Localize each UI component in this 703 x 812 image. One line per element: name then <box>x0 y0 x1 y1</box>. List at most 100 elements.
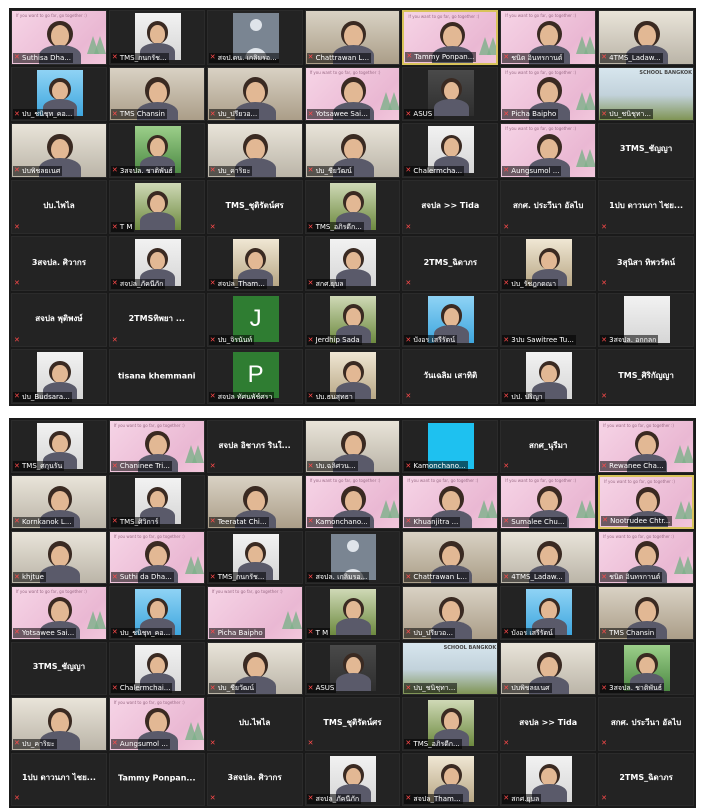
participant-tile[interactable]: ✕ ปบ_คาริยะ <box>11 697 107 751</box>
participant-tile[interactable]: ✕ สจปล. เกลิมรอ... <box>304 530 401 585</box>
participant-tile[interactable]: ✕ 4TMS_Ladaw... <box>598 10 694 65</box>
participant-tile[interactable]: If you want to go far, go together :) ✕ ชน… <box>500 10 597 65</box>
participant-tile[interactable]: ✕ 3ปบ Sawitree Tu... <box>500 292 597 348</box>
participant-tile[interactable]: If you want to go far, go together :) ✕ Ta… <box>402 10 499 65</box>
participant-tile[interactable]: ✕ ปบ.ธนสุทธา <box>304 349 401 404</box>
participant-tile[interactable]: 3สจปล. ศิวากร ✕ <box>11 236 107 291</box>
participant-tile[interactable]: If you want to go far, go together :) ✕ Pi… <box>500 66 597 122</box>
participant-tile[interactable]: สกศ_นุรีมา ✕ <box>500 420 597 474</box>
participant-tile[interactable]: ✕ ปบ_ปรียวอ... <box>402 586 499 640</box>
participant-tile[interactable]: ✕ 3สจปล. ชาติพันธ์ <box>598 641 694 696</box>
participant-tile[interactable]: ✕ ปบพิชลยเนศ <box>11 123 107 178</box>
participant-tile[interactable]: If you want to go far, go together :) ✕ Yo… <box>304 66 401 122</box>
participant-tile[interactable]: ✕ สจป.ดน. เกลิมรอ... <box>206 10 303 65</box>
participant-tile[interactable]: 2TMSทิพยา ... ✕ <box>108 292 205 348</box>
participant-tile[interactable]: สจปล >> Tida ✕ <box>402 179 499 235</box>
participant-tile[interactable]: ✕ T M <box>304 586 401 640</box>
participant-tile[interactable]: ✕ 4TMS_Ladaw... <box>500 530 597 585</box>
participant-tile[interactable]: ✕ TMS Chansin <box>598 586 694 640</box>
participant-tile[interactable]: ✕ ปป. ปริญา <box>500 349 597 404</box>
participant-tile[interactable]: ✕ ปบ_ชียวัฒน์ <box>304 123 401 178</box>
participant-tile[interactable]: TMS_ชุติรัตน์ศร ✕ <box>206 179 303 235</box>
slide-caption: If you want to go far, go together :) <box>113 423 185 428</box>
participant-tile[interactable]: tisana khemmani <box>108 349 205 404</box>
participant-tile[interactable]: If you want to go far, go together :) ✕ ชน… <box>598 530 694 585</box>
participant-tile[interactable]: ✕ สจปล_ภัคนีภัก <box>108 236 205 291</box>
participant-tile[interactable]: If you want to go far, go together :) ✕ Ch… <box>108 420 205 474</box>
participant-tile[interactable]: Tammy Ponpan... <box>108 752 205 806</box>
participant-tile[interactable]: SCHOOL BANGKOK ✕ ปบ_ชนิชุทา... <box>402 641 499 696</box>
participant-tile[interactable]: ✕ ปบ_ชนิชุท_คอ... <box>11 66 107 122</box>
participant-tile[interactable]: ✕ บังอร เสรีรัตน์ <box>500 586 597 640</box>
participant-tile[interactable]: ✕ TMS Chansin <box>108 66 205 122</box>
participant-tile[interactable]: 1ปบ ดาวนภา ไชย... ✕ <box>598 179 694 235</box>
participant-tile[interactable]: สจปล พุติพงษ์ ✕ <box>11 292 107 348</box>
participant-tile[interactable]: If you want to go far, go together :) ✕ Ka… <box>304 475 401 529</box>
participant-tile[interactable]: ✕ สกศ.ยุบล <box>500 752 597 806</box>
participant-tile[interactable]: If you want to go far, go together :) ✕ Kh… <box>402 475 499 529</box>
participant-tile[interactable]: TMS_ศิริกัญญา ✕ <box>598 349 694 404</box>
participant-tile[interactable]: 3TMS_ชัญญา <box>598 123 694 178</box>
participant-tile[interactable]: วันเฉลิม เสาทิติ ✕ <box>402 349 499 404</box>
participant-tile[interactable]: SCHOOL BANGKOK ✕ ปบ_ชนิชุทา... <box>598 66 694 122</box>
participant-tile[interactable]: ✕ สจปล_Tham... <box>402 752 499 806</box>
participant-tile[interactable]: ✕ สจปล_ภัคนีภัก <box>304 752 401 806</box>
participant-tile[interactable]: ✕ khjtue <box>11 530 107 585</box>
participant-tile[interactable]: If you want to go far, go together :) ✕ Au… <box>108 697 205 751</box>
participant-tile[interactable]: 3สุนิสา ทิพวรัตน์ ✕ <box>598 236 694 291</box>
participant-tile[interactable]: ✕ 3สจปล. ชาติพันธ์ <box>108 123 205 178</box>
participant-tile[interactable]: ✕ ASUS <box>304 641 401 696</box>
participant-tile[interactable]: ✕ ปบ_คาริยะ <box>206 123 303 178</box>
participant-tile[interactable]: ✕ ASUS <box>402 66 499 122</box>
participant-tile[interactable]: If you want to go far, go together :) ✕ No… <box>598 475 694 529</box>
participant-tile[interactable]: สกศ. ประวีนา อัลไบ ✕ <box>500 179 597 235</box>
participant-tile[interactable]: TMS_ชุติรัตน์ศร ✕ <box>304 697 401 751</box>
participant-tile[interactable]: If you want to go far, go together :) ✕ Re… <box>598 420 694 474</box>
participant-tile[interactable]: ✕ Chattrawan L... <box>402 530 499 585</box>
participant-tile[interactable]: ✕ Kornkanok L... <box>11 475 107 529</box>
participant-tile[interactable]: ✕ ปบ.ฉลิศวน... <box>304 420 401 474</box>
participant-tile[interactable]: สกศ. ประวีนา อัลไบ ✕ <box>598 697 694 751</box>
participant-tile[interactable]: ✕ Kamonchano... <box>402 420 499 474</box>
participant-tile[interactable]: ✕ ปบ_ชนิชุท_คอ... <box>108 586 205 640</box>
participant-tile[interactable]: ✕ ปบพิชลยเนศ <box>500 641 597 696</box>
participant-tile[interactable]: ปบ.ไพไล ✕ <box>206 697 303 751</box>
participant-tile[interactable]: ✕ Chalermcha... <box>402 123 499 178</box>
participant-tile[interactable]: ✕ Chattrawan L... <box>304 10 401 65</box>
participant-tile[interactable]: 2TMS_ฉิดาภร ✕ <box>598 752 694 806</box>
participant-tile[interactable]: 1ปบ ดาวนภา ไชย... ✕ <box>11 752 107 806</box>
muted-mic-icon: ✕ <box>111 683 118 692</box>
participant-tile[interactable]: 2TMS_ฉิดาภร ✕ <box>402 236 499 291</box>
participant-tile[interactable]: ✕ ปบ_ชียวัฒน์ <box>206 641 303 696</box>
participant-tile[interactable]: ✕ Chalermchai... <box>108 641 205 696</box>
participant-tile[interactable]: ✕ TMS_กนกรัช... <box>108 10 205 65</box>
participant-tile[interactable]: ✕ Jerdhip Sada <box>304 292 401 348</box>
participant-tile[interactable]: ปบ.ไพไล ✕ <box>11 179 107 235</box>
participant-tile[interactable]: ✕ ปบ_รัชฎกดณา <box>500 236 597 291</box>
participant-tile[interactable]: ✕ TMS_กนกรัช... <box>206 530 303 585</box>
participant-tile[interactable]: ✕ สจปล_Tham... <box>206 236 303 291</box>
participant-tile[interactable]: สจปล >> Tida ✕ <box>500 697 597 751</box>
participant-tile[interactable]: ✕ T M <box>108 179 205 235</box>
participant-tile[interactable]: ✕ สกศ.ยุบล <box>304 236 401 291</box>
participant-tile[interactable]: ✕ TMS_อภิรดีก... <box>304 179 401 235</box>
participant-tile[interactable]: ✕ TMS_อภิรดีก... <box>402 697 499 751</box>
participant-tile[interactable]: If you want to go far, go together :) ✕ Su… <box>11 10 107 65</box>
participant-tile[interactable]: If you want to go far, go together :) ✕ Au… <box>500 123 597 178</box>
participant-tile[interactable]: ✕ 3สจปล. อกกลก <box>598 292 694 348</box>
participant-tile[interactable]: J ✕ ปบ_จิรนันท์ <box>206 292 303 348</box>
participant-tile[interactable]: ✕ ปบ_ปรียวอ... <box>206 66 303 122</box>
participant-tile[interactable]: If you want to go far, go together :) ✕ Su… <box>108 530 205 585</box>
participant-tile[interactable]: ✕ TMS_ศิวิการ์ <box>108 475 205 529</box>
participant-tile[interactable]: If you want to go far, go together :) ✕ Pi… <box>206 586 303 640</box>
participant-tile[interactable]: ✕ TMS_ศกุนรัน <box>11 420 107 474</box>
participant-tile[interactable]: 3สจปล. ศิวากร ✕ <box>206 752 303 806</box>
participant-tile[interactable]: If you want to go far, go together :) ✕ Su… <box>500 475 597 529</box>
participant-tile[interactable]: ✕ บังอร เสรีรัตน์ <box>402 292 499 348</box>
participant-tile[interactable]: 3TMS_ชัญญา <box>11 641 107 696</box>
participant-tile[interactable]: P ✕ สจปล ทัศนพัช์ศรา <box>206 349 303 404</box>
participant-tile[interactable]: สจปล อิชาภร รินใ... ✕ <box>206 420 303 474</box>
participant-tile[interactable]: ✕ Teeratat Chi... <box>206 475 303 529</box>
participant-tile[interactable]: If you want to go far, go together :) ✕ Yo… <box>11 586 107 640</box>
participant-tile[interactable]: ✕ ปบ_Budsara... <box>11 349 107 404</box>
